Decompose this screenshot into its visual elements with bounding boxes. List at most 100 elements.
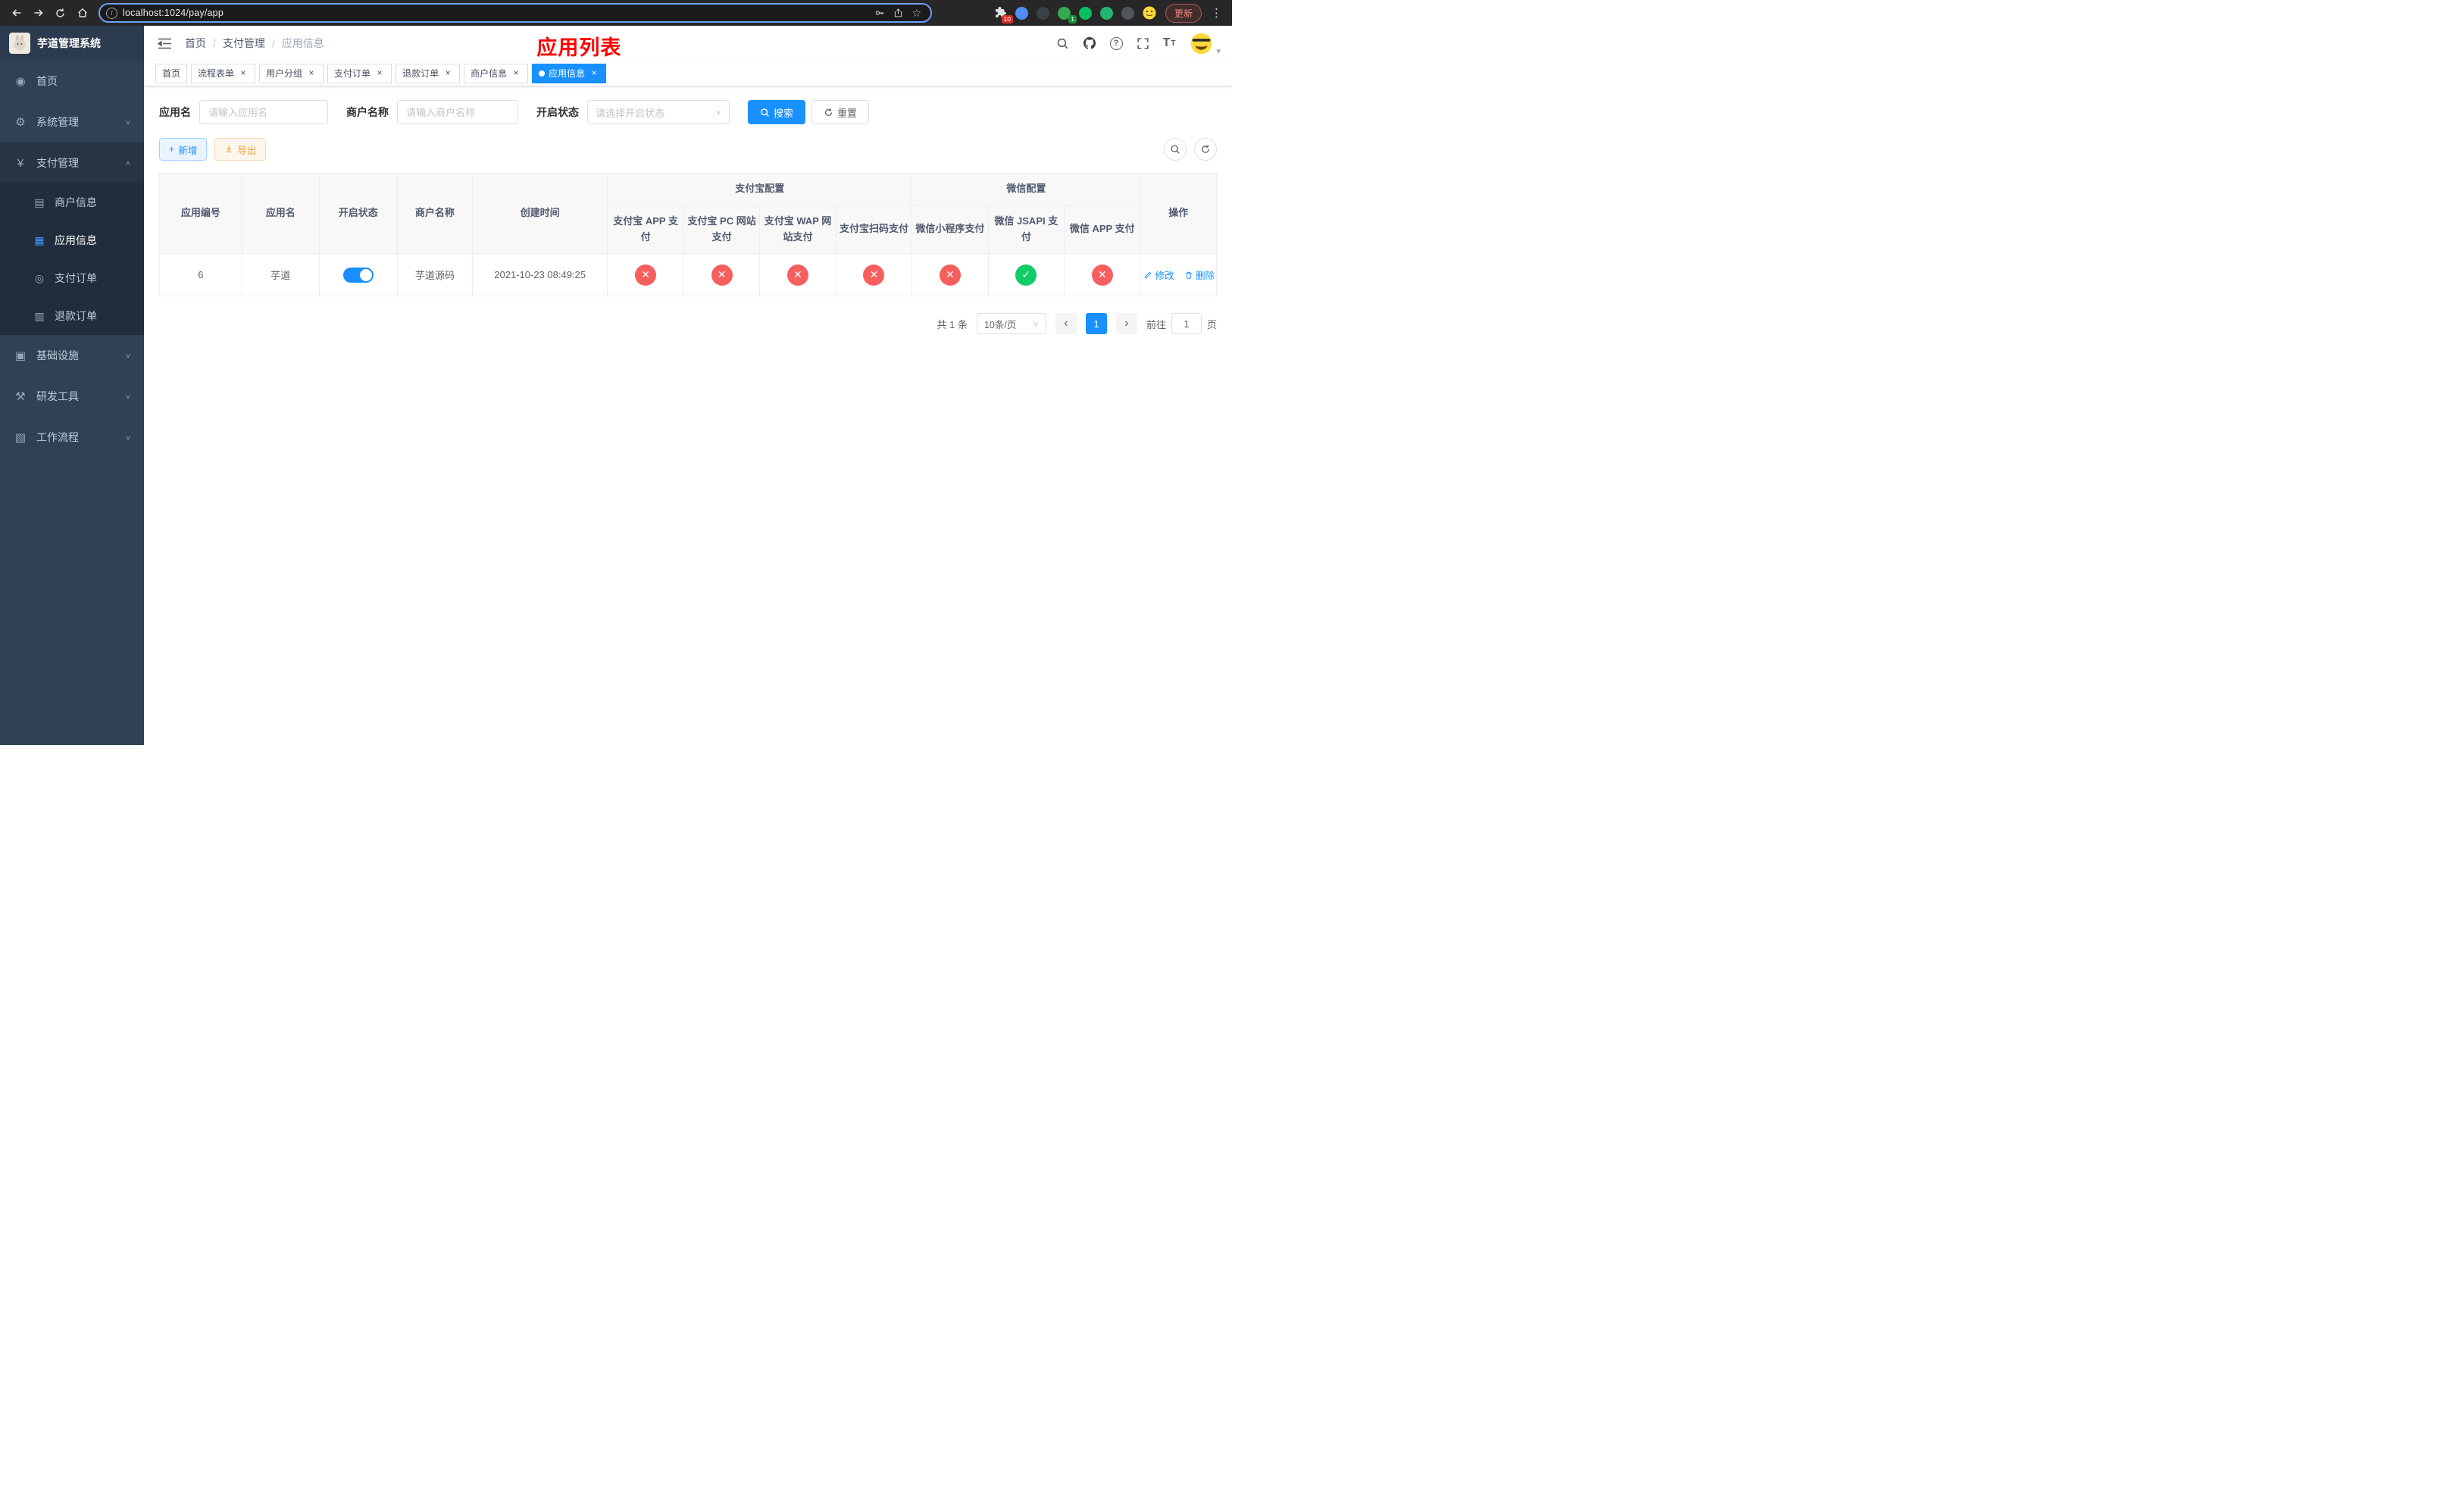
ext-icon-dark-2[interactable]: [1121, 5, 1136, 20]
edit-button[interactable]: 修改: [1143, 268, 1174, 282]
sidebar-menu: ◉ 首页 ⚙ 系统管理 ∨ ¥ 支付管理 ∧ ▤ 商户信息 ▦ 应用信息 ◎ 支…: [0, 61, 144, 745]
infra-icon: ▣: [14, 349, 27, 362]
search-button[interactable]: 搜索: [748, 100, 806, 124]
bookmark-star-icon[interactable]: ☆: [911, 7, 921, 20]
chevron-down-icon: ∨: [124, 352, 131, 359]
tab-home[interactable]: 首页: [155, 63, 188, 83]
tab-app-info[interactable]: 应用信息 ×: [532, 63, 607, 83]
wechat-jsapi-status-icon: ✓: [1015, 264, 1037, 286]
user-avatar[interactable]: ▾: [1189, 30, 1221, 56]
avatar-caret-icon: ▾: [1216, 46, 1221, 56]
app-name-input[interactable]: [199, 100, 328, 124]
breadcrumb-payment[interactable]: 支付管理: [223, 36, 265, 51]
site-info-icon[interactable]: i: [106, 7, 117, 19]
export-button[interactable]: 导出: [214, 138, 267, 161]
toggle-search-button[interactable]: [1164, 138, 1187, 161]
ext-icon-emoji[interactable]: [1142, 5, 1157, 20]
tab-close-icon[interactable]: ×: [374, 67, 385, 79]
delete-button[interactable]: 删除: [1184, 268, 1215, 282]
fullscreen-icon[interactable]: [1137, 37, 1149, 50]
ext-icon-dark-1[interactable]: [1036, 5, 1051, 20]
sidebar-item-label: 基础设施: [36, 349, 79, 362]
home-button[interactable]: [72, 3, 92, 23]
sidebar-item-infra[interactable]: ▣ 基础设施 ∨: [0, 335, 144, 376]
sidebar-item-refund-order[interactable]: ▥ 退款订单: [0, 297, 144, 335]
tab-pay-order[interactable]: 支付订单 ×: [327, 63, 392, 83]
yen-icon: ¥: [17, 156, 24, 170]
tab-refund-order[interactable]: 退款订单 ×: [396, 63, 461, 83]
sidebar-item-payment[interactable]: ¥ 支付管理 ∧: [0, 142, 144, 183]
filter-merchant-name: 商户名称: [346, 100, 518, 124]
next-page-button[interactable]: ›: [1115, 313, 1137, 334]
alipay-pc-status-icon: ✕: [711, 264, 733, 286]
app-table: 应用编号 应用名 开启状态 商户名称 创建时间 支付宝配置 微信配置 操作 支付…: [159, 173, 1217, 296]
ext-icon-green-check[interactable]: [1099, 5, 1115, 20]
workflow-icon: ▧: [14, 431, 27, 444]
refresh-icon: [1202, 145, 1209, 153]
sidebar-item-label: 支付订单: [55, 272, 97, 284]
prev-page-button[interactable]: ‹: [1055, 313, 1077, 334]
filter-form: 应用名 商户名称 开启状态 请选择开启状态 ∨: [159, 100, 1217, 124]
extensions-puzzle-icon[interactable]: 10: [993, 5, 1013, 23]
sidebar-item-system[interactable]: ⚙ 系统管理 ∨: [0, 102, 144, 142]
status-select[interactable]: 请选择开启状态 ∨: [587, 100, 730, 124]
col-alipay-pc: 支付宝 PC 网站支付: [683, 205, 761, 254]
back-button[interactable]: [6, 3, 27, 23]
sidebar-collapse-button[interactable]: [155, 34, 174, 52]
chrome-update-button[interactable]: 更新: [1165, 3, 1202, 23]
tab-close-icon[interactable]: ×: [238, 67, 249, 79]
table-row: 6 芋道 芋道源码 2021-10-23 08:49:25 ✕ ✕ ✕ ✕ ✕: [159, 253, 1217, 296]
col-app-name: 应用名: [241, 173, 320, 254]
refresh-table-button[interactable]: [1194, 138, 1217, 161]
hamburger-icon: [157, 38, 171, 49]
reload-button[interactable]: [50, 3, 70, 23]
col-wechat-jsapi: 微信 JSAPI 支付: [987, 205, 1065, 254]
forward-icon: [34, 9, 43, 17]
document-icon: ▥: [34, 309, 45, 322]
tab-close-icon[interactable]: ×: [306, 67, 317, 79]
cell-merchant-name: 芋道源码: [396, 253, 473, 296]
cell-app-id: 6: [159, 253, 242, 296]
forward-button[interactable]: [28, 3, 48, 23]
tab-close-icon[interactable]: ×: [442, 67, 453, 79]
search-icon[interactable]: [1056, 37, 1069, 50]
col-alipay-qr: 支付宝扫码支付: [835, 205, 913, 254]
sidebar-item-merchant-info[interactable]: ▤ 商户信息: [0, 183, 144, 221]
tab-user-group[interactable]: 用户分组 ×: [259, 63, 324, 83]
url-text[interactable]: localhost:1024/pay/app: [123, 8, 869, 18]
share-icon[interactable]: [893, 8, 903, 18]
password-key-icon[interactable]: [874, 8, 885, 18]
url-bar[interactable]: i localhost:1024/pay/app ☆: [98, 3, 932, 23]
sidebar-item-label: 支付管理: [36, 157, 79, 169]
help-icon[interactable]: ?: [1109, 36, 1123, 50]
breadcrumb-home[interactable]: 首页: [185, 36, 206, 51]
tab-close-icon[interactable]: ×: [511, 67, 521, 79]
sidebar-item-app-info[interactable]: ▦ 应用信息: [0, 221, 144, 259]
ext-icon-green-badged[interactable]: 1: [1057, 5, 1077, 23]
add-button[interactable]: + 新增: [159, 138, 208, 161]
tab-label: 流程表单: [198, 68, 235, 79]
chevron-down-icon: ∨: [124, 434, 131, 441]
col-alipay-wap: 支付宝 WAP 网站支付: [759, 205, 836, 254]
sidebar-item-pay-order[interactable]: ◎ 支付订单: [0, 259, 144, 297]
status-toggle[interactable]: [342, 267, 374, 283]
tab-close-icon[interactable]: ×: [589, 67, 599, 79]
status-label: 开启状态: [536, 106, 579, 118]
sidebar-item-workflow[interactable]: ▧ 工作流程 ∨: [0, 417, 144, 458]
page-size-select[interactable]: 10条/页 ∨: [976, 313, 1046, 334]
font-size-icon[interactable]: TT: [1163, 36, 1176, 50]
ext-icon-wechat[interactable]: [1078, 5, 1093, 20]
tab-process-form[interactable]: 流程表单 ×: [191, 63, 256, 83]
sidebar-item-dev-tools[interactable]: ⚒ 研发工具 ∨: [0, 376, 144, 417]
reset-button[interactable]: 重置: [811, 100, 870, 124]
cell-app-name: 芋道: [241, 253, 320, 296]
sidebar-item-home[interactable]: ◉ 首页: [0, 61, 144, 102]
alipay-wap-status-icon: ✕: [787, 264, 809, 286]
ext-icon-blue[interactable]: [1015, 5, 1030, 20]
merchant-name-input[interactable]: [397, 100, 518, 124]
tab-merchant-info[interactable]: 商户信息 ×: [464, 63, 529, 83]
goto-page-input[interactable]: [1171, 313, 1202, 334]
github-icon[interactable]: [1083, 36, 1096, 50]
page-number-1[interactable]: 1: [1085, 313, 1107, 334]
chrome-menu-button[interactable]: ⋮: [1207, 6, 1226, 20]
